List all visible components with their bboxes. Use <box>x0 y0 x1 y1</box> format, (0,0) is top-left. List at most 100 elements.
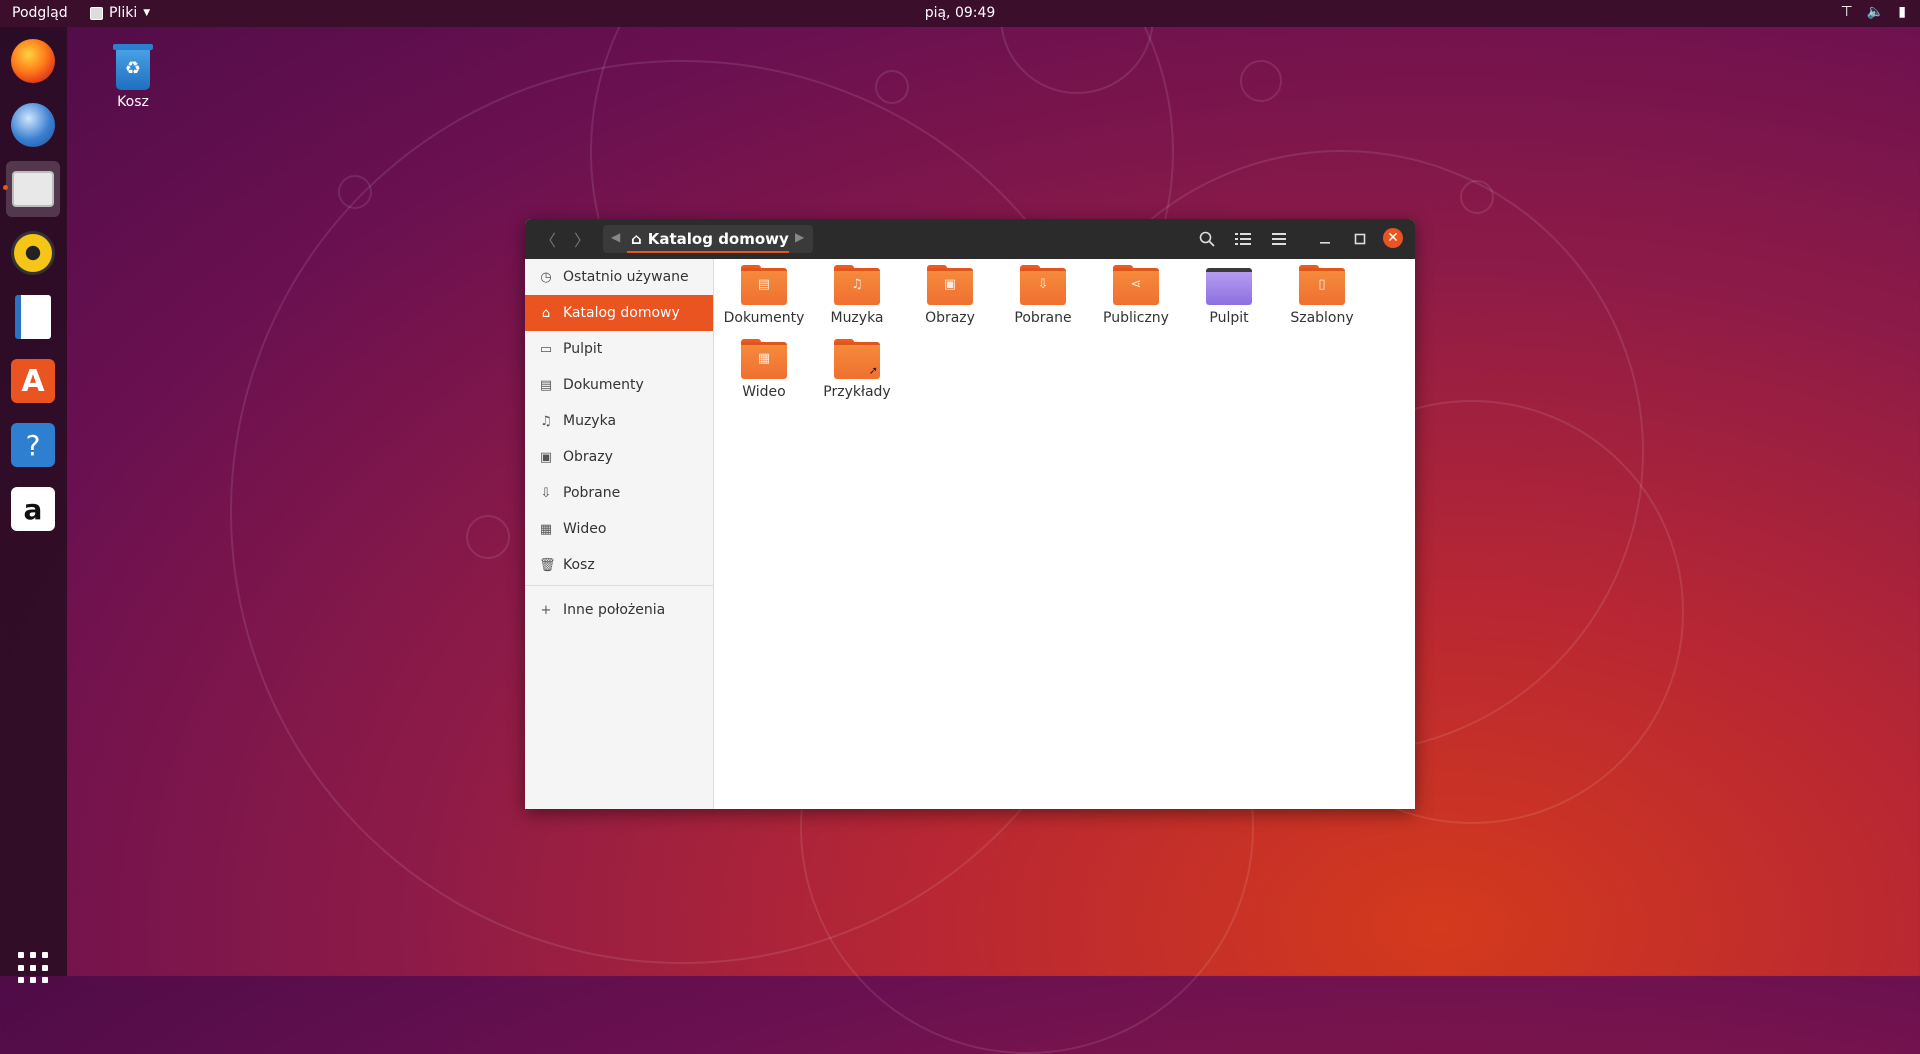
trash-icon: 🗑 <box>539 557 556 573</box>
maximize-button[interactable] <box>1348 227 1372 251</box>
sidebar-item-label: Obrazy <box>563 449 613 465</box>
folder-label: Szablony <box>1290 310 1354 326</box>
sidebar-item-desktop[interactable]: ▭ Pulpit <box>525 331 713 367</box>
clock[interactable]: pią, 09:49 <box>925 5 996 21</box>
sidebar-separator <box>525 585 713 586</box>
file-view: ▤ Dokumenty ♫ Muzyka ▣ Obrazy ⇩ Pobrane … <box>714 259 1415 809</box>
home-icon: ⌂ <box>631 230 642 248</box>
header-bar: 〈 〉 ◀ ⌂ Katalog domowy ▶ ✕ <box>525 219 1415 259</box>
forward-button[interactable]: 〉 <box>569 227 595 251</box>
dock-thunderbird[interactable] <box>6 97 60 153</box>
sidebar-item-label: Pulpit <box>563 341 603 357</box>
folder-videos-icon: ▦ <box>741 339 787 379</box>
home-icon: ⌂ <box>541 305 551 321</box>
path-left-arrow-icon[interactable]: ◀ <box>611 230 620 244</box>
desktop-trash-label: Kosz <box>117 94 149 110</box>
folder-label: Obrazy <box>925 310 975 326</box>
sidebar-item-downloads[interactable]: ⇩ Pobrane <box>525 475 713 511</box>
amazon-icon: a <box>11 487 55 531</box>
plus-icon: + <box>540 602 552 618</box>
folder-label: Publiczny <box>1103 310 1169 326</box>
top-panel: Podgląd Pliki ▼ pią, 09:49 ⊤ 🔈 ▮ <box>0 0 1920 27</box>
sidebar-item-recent[interactable]: ◷ Ostatnio używane <box>525 259 713 295</box>
trash-icon: ♻ <box>113 44 153 90</box>
sidebar-item-label: Inne położenia <box>563 602 666 618</box>
document-icon: ▤ <box>539 377 553 393</box>
folder-label: Wideo <box>742 384 786 400</box>
dock: A ? a <box>0 27 67 984</box>
folder-public[interactable]: ⋖ Publiczny <box>1091 259 1181 326</box>
folder-documents[interactable]: ▤ Dokumenty <box>719 259 809 326</box>
folder-music-icon: ♫ <box>834 265 880 305</box>
folder-public-icon: ⋖ <box>1113 265 1159 305</box>
sidebar-item-label: Dokumenty <box>563 377 644 393</box>
dock-files[interactable] <box>3 161 60 217</box>
folder-pictures-icon: ▣ <box>927 265 973 305</box>
folder-documents-icon: ▤ <box>741 265 787 305</box>
sidebar-item-label: Muzyka <box>563 413 617 429</box>
help-icon: ? <box>11 423 55 467</box>
clock-container: pią, 09:49 <box>0 5 1920 21</box>
view-list-button[interactable] <box>1229 227 1257 251</box>
folder-desktop[interactable]: Pulpit <box>1184 259 1274 326</box>
volume-icon[interactable]: 🔈 <box>1867 4 1884 20</box>
folder-templates[interactable]: ▯ Szablony <box>1277 259 1367 326</box>
path-bar: ◀ ⌂ Katalog domowy ▶ <box>603 225 813 253</box>
sidebar-item-label: Pobrane <box>563 485 621 501</box>
folder-music[interactable]: ♫ Muzyka <box>812 259 902 326</box>
sidebar-item-label: Kosz <box>563 557 595 573</box>
folder-label: Muzyka <box>830 310 884 326</box>
folder-examples[interactable]: ➚ Przykłady <box>812 333 902 400</box>
minimize-button[interactable] <box>1313 227 1337 251</box>
dock-firefox[interactable] <box>6 33 60 89</box>
maximize-icon <box>1354 233 1366 245</box>
sidebar-item-trash[interactable]: 🗑 Kosz <box>525 547 713 583</box>
show-applications-icon[interactable] <box>18 952 50 984</box>
sidebar-item-music[interactable]: ♫ Muzyka <box>525 403 713 439</box>
close-icon: ✕ <box>1387 230 1399 246</box>
software-icon: A <box>11 359 55 403</box>
folder-pictures[interactable]: ▣ Obrazy <box>905 259 995 326</box>
video-icon: ▦ <box>539 521 553 537</box>
image-icon: ▣ <box>539 449 553 465</box>
hamburger-icon <box>1272 233 1286 245</box>
battery-icon[interactable]: ▮ <box>1898 4 1906 20</box>
firefox-icon <box>11 39 55 83</box>
menu-button[interactable] <box>1265 227 1293 251</box>
files-window: 〈 〉 ◀ ⌂ Katalog domowy ▶ ✕ ◷ Ostatnio uż… <box>525 219 1415 809</box>
dock-rhythmbox[interactable] <box>6 225 60 281</box>
path-right-arrow-icon[interactable]: ▶ <box>795 230 804 244</box>
back-button[interactable]: 〈 <box>535 227 561 251</box>
folder-desktop-icon <box>1206 265 1252 305</box>
network-icon[interactable]: ⊤ <box>1841 4 1853 20</box>
dock-help[interactable]: ? <box>6 417 60 473</box>
crumb-underline <box>627 251 789 253</box>
folder-label: Pulpit <box>1209 310 1249 326</box>
dock-software[interactable]: A <box>6 353 60 409</box>
folder-videos[interactable]: ▦ Wideo <box>719 333 809 400</box>
sidebar-item-pictures[interactable]: ▣ Obrazy <box>525 439 713 475</box>
minimize-icon <box>1320 242 1330 244</box>
writer-icon <box>15 295 51 339</box>
dock-amazon[interactable]: a <box>6 481 60 537</box>
sidebar-item-other-locations[interactable]: + Inne położenia <box>525 592 713 628</box>
sidebar-item-home[interactable]: ⌂ Katalog domowy <box>525 295 713 331</box>
close-button[interactable]: ✕ <box>1383 228 1403 248</box>
running-indicator <box>3 185 8 190</box>
folder-templates-icon: ▯ <box>1299 265 1345 305</box>
search-button[interactable] <box>1193 227 1221 251</box>
system-tray[interactable]: ⊤ 🔈 ▮ <box>1841 4 1906 20</box>
music-icon: ♫ <box>540 413 552 429</box>
sidebar-item-documents[interactable]: ▤ Dokumenty <box>525 367 713 403</box>
symlink-arrow-icon: ➚ <box>868 364 878 377</box>
folder-label: Przykłady <box>823 384 891 400</box>
path-crumb-label: Katalog domowy <box>647 230 789 248</box>
folder-examples-icon: ➚ <box>834 339 880 379</box>
folder-downloads[interactable]: ⇩ Pobrane <box>998 259 1088 326</box>
dock-writer[interactable] <box>6 289 60 345</box>
desktop-trash[interactable]: ♻ Kosz <box>110 44 156 110</box>
path-crumb-home[interactable]: ⌂ Katalog domowy <box>631 225 789 253</box>
sidebar-item-videos[interactable]: ▦ Wideo <box>525 511 713 547</box>
files-icon <box>12 171 54 207</box>
folder-label: Dokumenty <box>723 310 805 326</box>
